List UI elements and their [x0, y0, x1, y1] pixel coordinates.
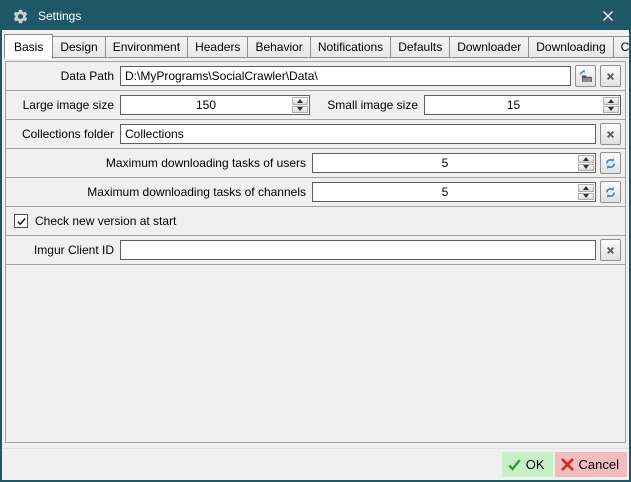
refresh-icon [604, 157, 617, 170]
settings-window: Settings Basis Design Environment Header… [0, 0, 631, 482]
triangle-down-icon [583, 165, 589, 169]
reset-max-tasks-channels-button[interactable] [600, 181, 621, 203]
title-bar: Settings [2, 2, 629, 30]
tab-page-basis: Data Path Large image size [2, 58, 629, 448]
x-icon [606, 72, 615, 81]
tab-channels[interactable]: Channels [613, 36, 631, 58]
max-tasks-channels-input[interactable] [313, 183, 577, 201]
collections-folder-row: Collections folder [5, 119, 626, 149]
x-icon [606, 130, 615, 139]
spin-down-button[interactable] [578, 164, 594, 172]
close-button[interactable] [587, 2, 629, 30]
cross-icon [560, 457, 575, 472]
clear-imgur-client-id-button[interactable] [600, 239, 621, 261]
check-new-version-checkbox[interactable] [14, 214, 28, 228]
large-image-size-label: Large image size [10, 98, 120, 112]
triangle-up-icon [297, 99, 303, 103]
data-path-label: Data Path [10, 69, 120, 83]
max-tasks-users-label: Maximum downloading tasks of users [10, 156, 312, 170]
small-image-size-stepper [424, 95, 621, 115]
window-title: Settings [38, 9, 81, 23]
small-image-size-label: Small image size [310, 98, 424, 112]
max-tasks-users-input[interactable] [313, 154, 577, 172]
check-new-version-row: Check new version at start [5, 206, 626, 236]
gear-icon [12, 8, 29, 25]
spin-up-button[interactable] [603, 97, 619, 105]
imgur-client-id-row: Imgur Client ID [5, 235, 626, 265]
tab-defaults[interactable]: Defaults [390, 36, 450, 58]
empty-panel [5, 264, 626, 443]
triangle-down-icon [608, 107, 614, 111]
max-tasks-channels-row: Maximum downloading tasks of channels [5, 177, 626, 207]
clear-collections-folder-button[interactable] [600, 123, 621, 145]
tab-behavior[interactable]: Behavior [247, 36, 310, 58]
footer-bar: OK Cancel [2, 448, 629, 480]
max-tasks-users-stepper [312, 153, 596, 173]
imgur-client-id-input[interactable] [120, 240, 596, 260]
check-icon [507, 457, 522, 472]
browse-folder-button[interactable] [575, 65, 596, 87]
clear-data-path-button[interactable] [600, 65, 621, 87]
triangle-up-icon [583, 186, 589, 190]
tab-downloading[interactable]: Downloading [528, 36, 613, 58]
data-path-input[interactable] [120, 66, 571, 86]
tab-strip: Basis Design Environment Headers Behavio… [2, 30, 629, 58]
check-icon [16, 216, 27, 227]
open-folder-icon [578, 69, 593, 84]
cancel-button-label: Cancel [579, 457, 619, 472]
small-image-size-input[interactable] [425, 96, 602, 114]
triangle-up-icon [608, 99, 614, 103]
spin-down-button[interactable] [603, 106, 619, 114]
tab-headers[interactable]: Headers [187, 36, 248, 58]
spin-buttons [291, 96, 309, 114]
large-image-size-input[interactable] [121, 96, 291, 114]
collections-folder-input[interactable] [120, 124, 596, 144]
max-tasks-channels-label: Maximum downloading tasks of channels [10, 185, 312, 199]
tab-design[interactable]: Design [52, 36, 105, 58]
reset-max-tasks-users-button[interactable] [600, 152, 621, 174]
refresh-icon [604, 186, 617, 199]
spin-up-button[interactable] [578, 155, 594, 163]
tab-notifications[interactable]: Notifications [310, 36, 391, 58]
spin-buttons [577, 154, 595, 172]
tab-downloader[interactable]: Downloader [449, 36, 529, 58]
spin-down-button[interactable] [292, 106, 308, 114]
close-icon [602, 10, 614, 22]
collections-folder-label: Collections folder [10, 127, 120, 141]
triangle-up-icon [583, 157, 589, 161]
max-tasks-users-row: Maximum downloading tasks of users [5, 148, 626, 178]
ok-button[interactable]: OK [502, 452, 553, 477]
spin-buttons [577, 183, 595, 201]
max-tasks-channels-stepper [312, 182, 596, 202]
triangle-down-icon [297, 107, 303, 111]
x-icon [606, 246, 615, 255]
spin-up-button[interactable] [292, 97, 308, 105]
triangle-down-icon [583, 194, 589, 198]
data-path-row: Data Path [5, 61, 626, 91]
imgur-client-id-label: Imgur Client ID [10, 243, 120, 257]
spin-down-button[interactable] [578, 193, 594, 201]
tab-basis[interactable]: Basis [4, 34, 53, 59]
tab-environment[interactable]: Environment [105, 36, 188, 58]
large-image-size-stepper [120, 95, 310, 115]
image-sizes-row: Large image size Small image size [5, 90, 626, 120]
spin-up-button[interactable] [578, 184, 594, 192]
cancel-button[interactable]: Cancel [555, 452, 627, 477]
check-new-version-label: Check new version at start [35, 214, 176, 228]
ok-button-label: OK [526, 457, 545, 472]
spin-buttons [602, 96, 620, 114]
